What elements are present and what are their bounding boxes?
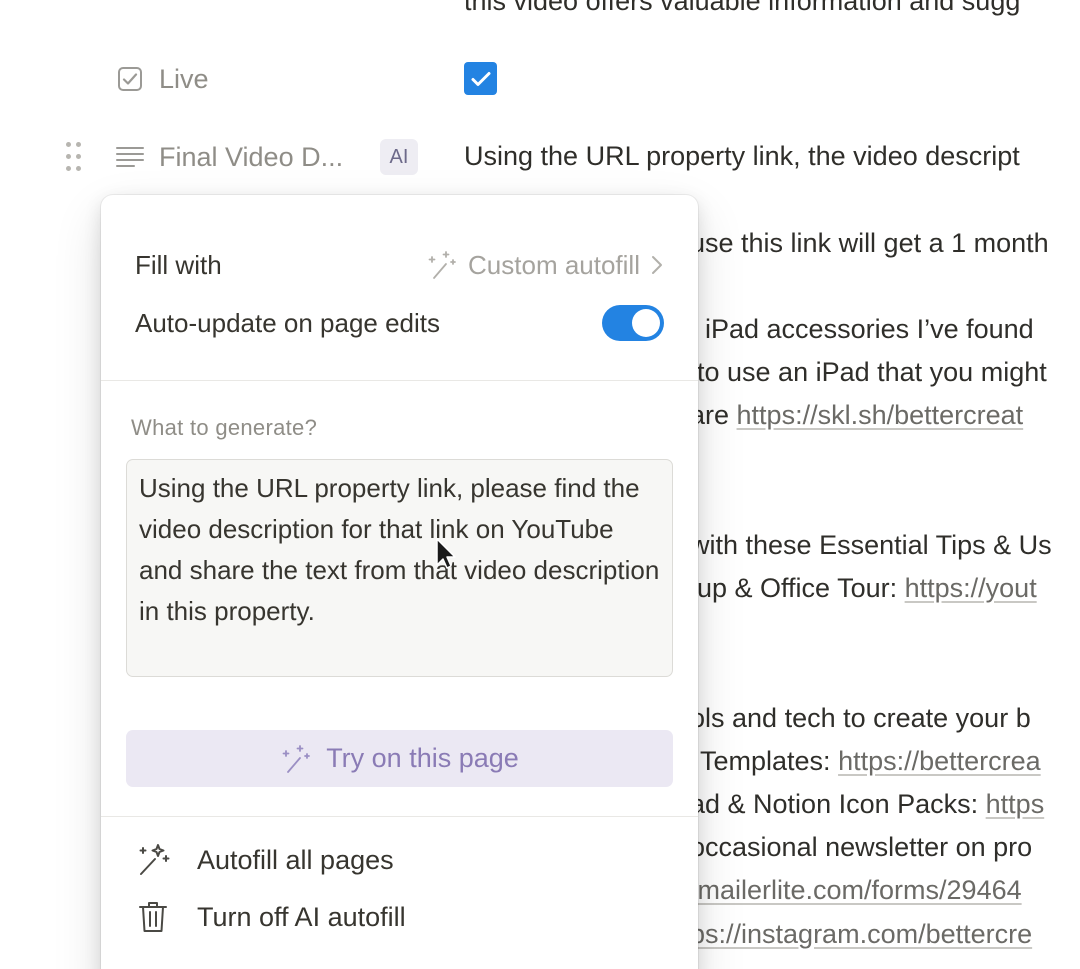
page-text-line: t iPad accessories I’ve found [690,314,1034,344]
autofill-all-pages-item[interactable]: Autofill all pages [135,842,394,878]
trash-icon [135,899,171,935]
fill-with-label: Fill with [135,249,222,280]
sparkles-icon [428,251,456,279]
property-row-final-video-description[interactable]: Final Video D... AI [0,132,460,182]
property-label-live: Live [159,64,209,94]
live-checkbox[interactable] [464,62,497,95]
page-text-line: with these Essential Tips & Us [690,530,1052,560]
ai-autofill-popup: Fill with Custom autofill Auto-update on… [101,195,698,969]
divider [101,816,698,817]
turn-off-ai-autofill-label: Turn off AI autofill [197,901,406,932]
page-text-fragment: up & Office Tour: [697,573,905,603]
page-text-fragment: ad & Notion Icon Packs: [690,789,986,819]
page-text-fragment: this video offers valuable information a… [464,0,1021,16]
page-text-line: to use an iPad that you might [697,357,1047,387]
autofill-all-pages-label: Autofill all pages [197,844,394,875]
instagram-link[interactable]: ps://instagram.com/bettercre [690,919,1032,950]
page-text-line: ad & Notion Icon Packs: https [690,789,1044,820]
text-lines-icon [116,143,144,171]
page-text-line: Templates: https://bettercrea [700,746,1041,777]
page-text-line: use this link will get a 1 month [690,228,1049,258]
mouse-cursor-icon [436,538,456,569]
youtube-link[interactable]: https://yout [905,573,1037,603]
property-value-final-video-description[interactable]: Using the URL property link, the video d… [464,141,1020,172]
templates-link[interactable]: https://bettercrea [838,746,1041,776]
ai-badge[interactable]: AI [380,139,418,175]
page-text-line: are https://skl.sh/bettercreat [690,400,1023,431]
try-on-this-page-button[interactable]: Try on this page [126,730,673,787]
page-text-line: ols and tech to create your b [690,703,1031,733]
auto-update-toggle[interactable] [602,305,664,341]
skillshare-link[interactable]: https://skl.sh/bettercreat [737,400,1024,430]
property-label-final-video-description: Final Video D... [159,142,344,172]
property-row-live[interactable]: Live [0,54,460,104]
page-text-line: occasional newsletter on pro [690,832,1033,862]
sparkles-icon [282,744,311,773]
try-on-this-page-label: Try on this page [326,743,519,773]
turn-off-ai-autofill-item[interactable]: Turn off AI autofill [135,899,406,935]
mailerlite-link[interactable]: .mailerlite.com/forms/29464 [690,875,1022,906]
sparkles-icon [135,842,171,878]
auto-update-row: Auto-update on page edits [135,303,664,343]
custom-autofill-label: Custom autofill [468,249,640,280]
fill-with-row[interactable]: Fill with Custom autofill [135,247,664,283]
page-text-line: up & Office Tour: https://yout [697,573,1037,604]
divider [101,380,698,381]
icon-packs-link[interactable]: https [986,789,1045,819]
prompt-textarea[interactable]: Using the URL property link, please find… [126,459,673,677]
custom-autofill-selector[interactable]: Custom autofill [426,250,664,281]
checkbox-icon [116,65,144,93]
what-to-generate-label: What to generate? [131,415,318,440]
auto-update-label: Auto-update on page edits [135,307,441,338]
chevron-right-icon [652,256,662,274]
page-text-fragment: Templates: [700,746,839,776]
